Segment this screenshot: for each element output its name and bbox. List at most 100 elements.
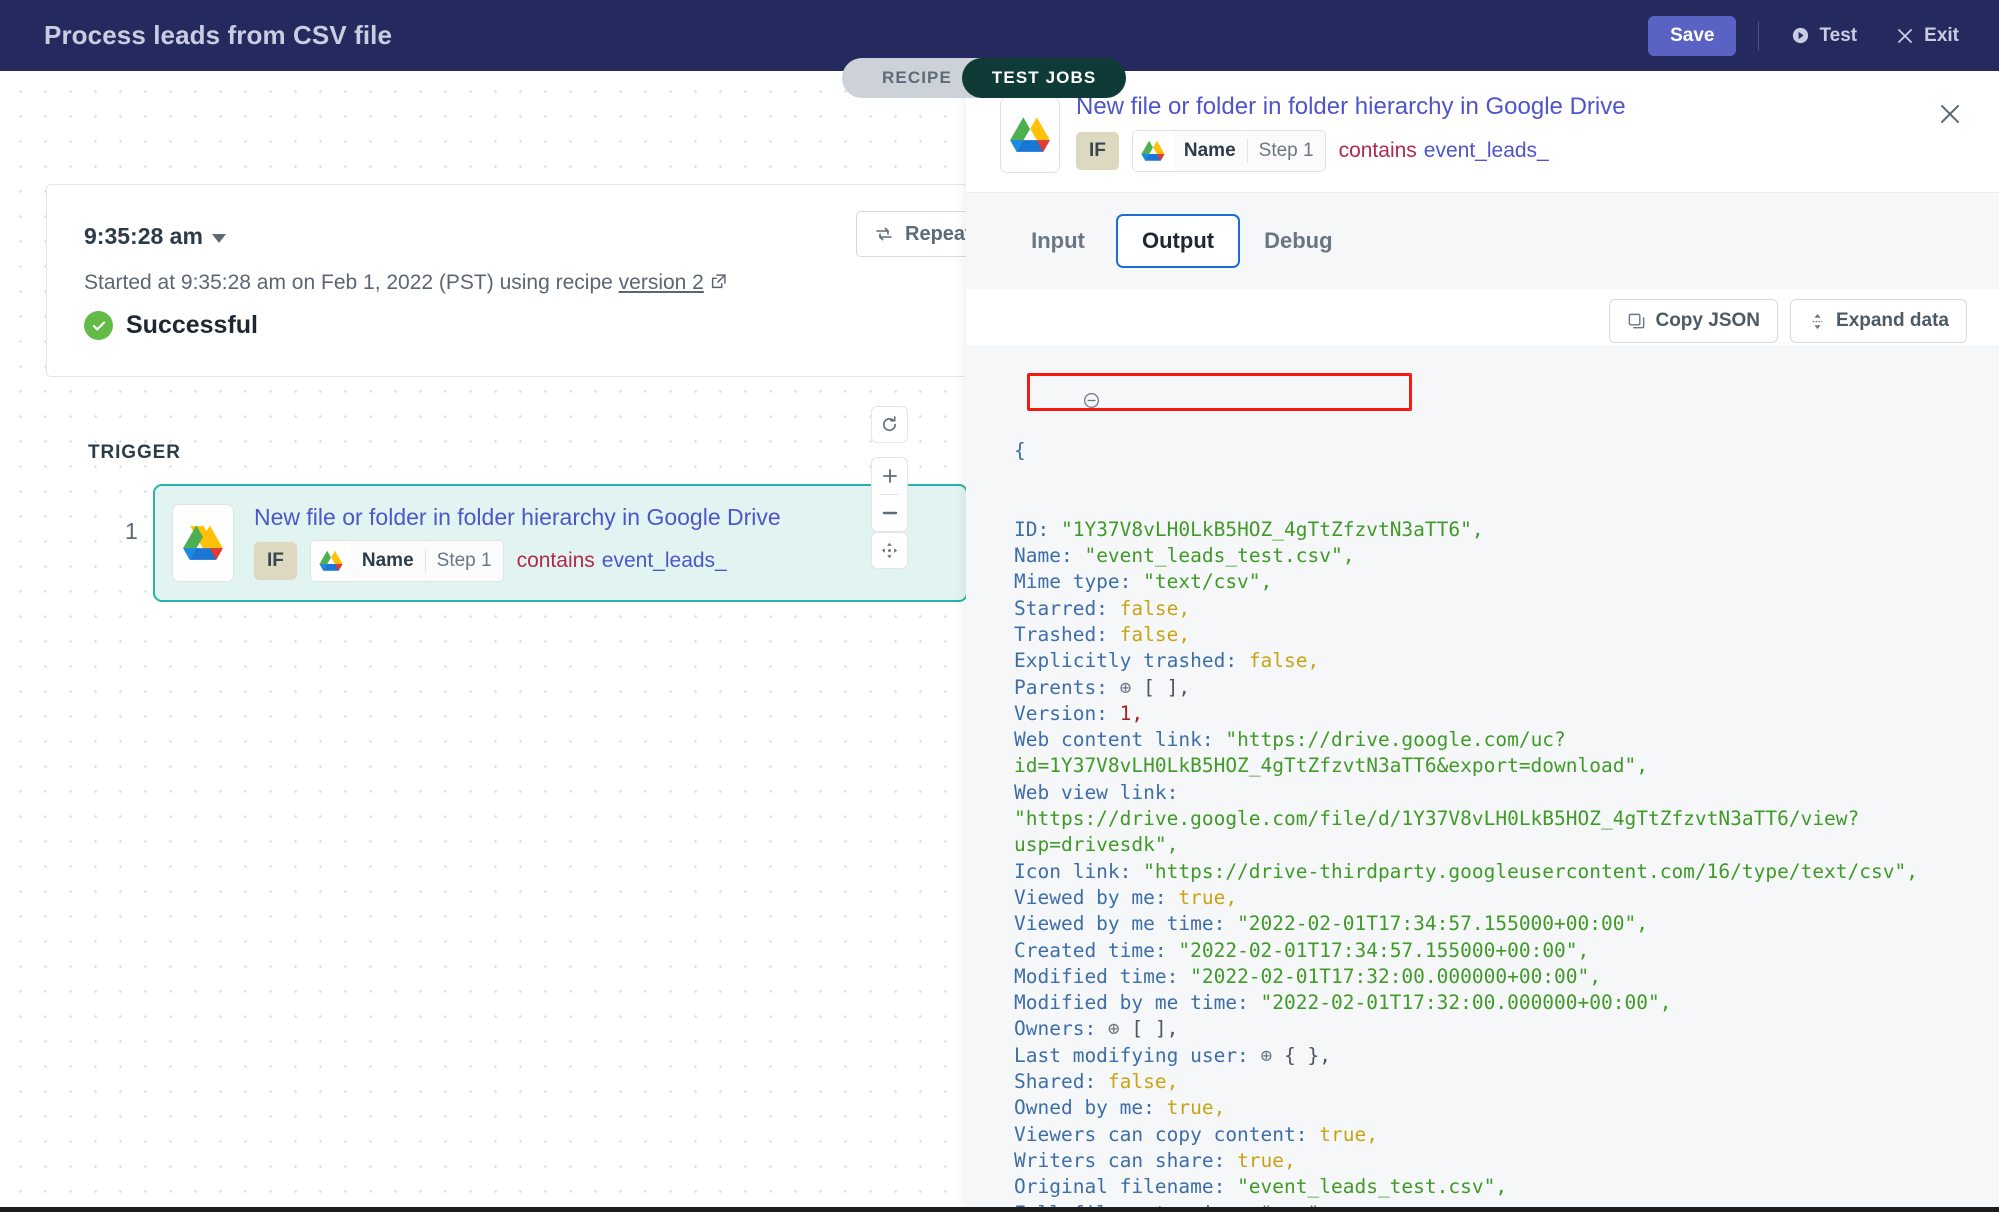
json-line: Modified by me time: "2022-02-01T17:32:0…	[986, 990, 1999, 1016]
job-summary-card: 9:35:28 am Started at 9:35:28 am on Feb …	[46, 184, 968, 377]
job-started-text: Started at 9:35:28 am on Feb 1, 2022 (PS…	[84, 271, 727, 296]
canvas-zoom-group[interactable]	[871, 457, 908, 532]
if-chip: IF	[1076, 132, 1119, 170]
condition-value: event_leads_	[1424, 139, 1549, 162]
json-key: Original filename:	[1014, 1175, 1237, 1198]
condition-field-name: Name	[1173, 131, 1247, 171]
json-key: Owned by me:	[1014, 1096, 1167, 1119]
reset-icon[interactable]	[871, 406, 908, 443]
if-chip: IF	[254, 542, 297, 580]
json-line-list: ID: "1Y37V8vLH0LkB5HOZ_4gTtZfzvtN3aTT6",…	[986, 517, 1999, 1207]
json-value: 1,	[1120, 702, 1143, 725]
test-button[interactable]: Test	[1781, 19, 1867, 53]
json-key: Name:	[1014, 544, 1084, 567]
fit-screen-icon[interactable]	[871, 532, 908, 569]
window-bottom-edge	[0, 1207, 1999, 1212]
json-key: Modified by me time:	[1014, 991, 1261, 1014]
json-line: Trashed: false,	[986, 622, 1999, 648]
json-key: Icon link:	[1014, 860, 1143, 883]
zoom-in-button[interactable]	[872, 458, 907, 494]
canvas-reset-zoom-button[interactable]	[871, 406, 908, 443]
copy-json-label: Copy JSON	[1655, 310, 1760, 332]
json-key: Parents:	[1014, 676, 1120, 699]
json-expand-icon[interactable]: ⊕	[1108, 1017, 1131, 1040]
copy-json-button[interactable]: Copy JSON	[1609, 299, 1778, 343]
panel-condition-row: IF Name Step 1 conta	[1076, 130, 1626, 172]
json-toolbar: Copy JSON Expand data	[1609, 299, 1967, 343]
json-value: "2022-02-01T17:32:00.000000+00:00",	[1190, 965, 1601, 988]
json-value: false,	[1120, 623, 1190, 646]
json-expand-icon[interactable]: ⊕	[1261, 1044, 1284, 1067]
status-badge: Successful	[84, 311, 258, 340]
close-icon	[1895, 26, 1915, 46]
json-line: Owned by me: true,	[986, 1095, 1999, 1121]
json-key: Trashed:	[1014, 623, 1120, 646]
divider	[1758, 21, 1759, 51]
json-line: Parents: ⊕ [ ],	[986, 675, 1999, 701]
expand-data-button[interactable]: Expand data	[1790, 299, 1967, 343]
header-actions: Save Test Exit	[1648, 16, 1969, 56]
json-value: "https://drive-thirdparty.googleusercont…	[1143, 860, 1918, 883]
job-time-dropdown[interactable]: 9:35:28 am	[84, 223, 226, 250]
tab-output[interactable]: Output	[1116, 214, 1240, 268]
tab-input[interactable]: Input	[1000, 214, 1116, 268]
exit-button[interactable]: Exit	[1885, 19, 1969, 53]
json-line: Full file extension: "csv",	[986, 1201, 1999, 1208]
json-key: ID:	[1014, 518, 1061, 541]
json-line: Original filename: "event_leads_test.csv…	[986, 1174, 1999, 1200]
condition-field-pill[interactable]: Name Step 1	[1132, 130, 1326, 172]
zoom-out-button[interactable]	[872, 495, 907, 531]
json-key: Viewers can copy content:	[1014, 1123, 1319, 1146]
json-open-brace: {	[986, 438, 1999, 464]
trigger-section-label: TRIGGER	[88, 442, 181, 464]
json-key: Full file extension:	[1014, 1202, 1261, 1208]
collapse-toggle-icon[interactable]	[988, 365, 1007, 384]
condition-field-step: Step 1	[426, 541, 503, 581]
json-key: Web content link:	[1014, 728, 1225, 751]
tab-test-jobs[interactable]: TEST JOBS	[962, 58, 1126, 98]
save-button[interactable]: Save	[1648, 16, 1736, 56]
json-line: Created time: "2022-02-01T17:34:57.15500…	[986, 938, 1999, 964]
google-drive-icon	[311, 541, 351, 581]
json-line: Owners: ⊕ [ ],	[986, 1016, 1999, 1042]
chevron-down-icon	[212, 234, 226, 243]
condition-field-pill[interactable]: Name Step 1	[310, 540, 504, 582]
json-value: false,	[1249, 649, 1319, 672]
json-key: Explicitly trashed:	[1014, 649, 1249, 672]
json-key: Last modifying user:	[1014, 1044, 1261, 1067]
status-label: Successful	[126, 311, 258, 340]
recipe-version-link[interactable]: version 2	[619, 271, 704, 294]
json-value: "text/csv",	[1143, 570, 1272, 593]
trigger-title[interactable]: New file or folder in folder hierarchy i…	[254, 504, 781, 531]
trigger-step-card[interactable]: New file or folder in folder hierarchy i…	[153, 484, 968, 602]
condition-operator-value: containsevent_leads_	[1339, 139, 1549, 163]
json-value: true,	[1167, 1096, 1226, 1119]
google-drive-icon	[1133, 131, 1173, 171]
trigger-condition-row: IF Name Step 1 conta	[254, 540, 781, 582]
json-expand-icon[interactable]: ⊕	[1120, 676, 1143, 699]
json-line: Starred: false,	[986, 596, 1999, 622]
json-line: Icon link: "https://drive-thirdparty.goo…	[986, 859, 1999, 885]
json-key: Version:	[1014, 702, 1120, 725]
step-detail-panel: New file or folder in folder hierarchy i…	[966, 71, 1999, 1207]
json-value: false,	[1120, 597, 1190, 620]
copy-icon	[1627, 312, 1646, 331]
json-line: Viewed by me: true,	[986, 885, 1999, 911]
json-output-viewer[interactable]: { ID: "1Y37V8vLH0LkB5HOZ_4gTtZfzvtN3aTT6…	[966, 345, 1999, 1207]
test-label: Test	[1819, 25, 1857, 47]
tab-debug[interactable]: Debug	[1240, 214, 1356, 268]
json-line: Last modifying user: ⊕ { },	[986, 1043, 1999, 1069]
panel-tabs: Input Output Debug	[966, 193, 1999, 289]
check-circle-icon	[84, 311, 113, 340]
canvas-fit-button[interactable]	[871, 532, 908, 569]
json-line: ID: "1Y37V8vLH0LkB5HOZ_4gTtZfzvtN3aTT6",	[986, 517, 1999, 543]
close-panel-button[interactable]	[1933, 97, 1967, 131]
panel-title: New file or folder in folder hierarchy i…	[1076, 93, 1626, 121]
repeat-icon	[874, 224, 894, 244]
json-key: Web view link:	[1014, 781, 1190, 804]
json-line: Modified time: "2022-02-01T17:32:00.0000…	[986, 964, 1999, 990]
job-time-label: 9:35:28 am	[84, 223, 203, 250]
page-title: Process leads from CSV file	[44, 20, 392, 51]
expand-vertical-icon	[1808, 312, 1827, 331]
json-line: Explicitly trashed: false,	[986, 648, 1999, 674]
